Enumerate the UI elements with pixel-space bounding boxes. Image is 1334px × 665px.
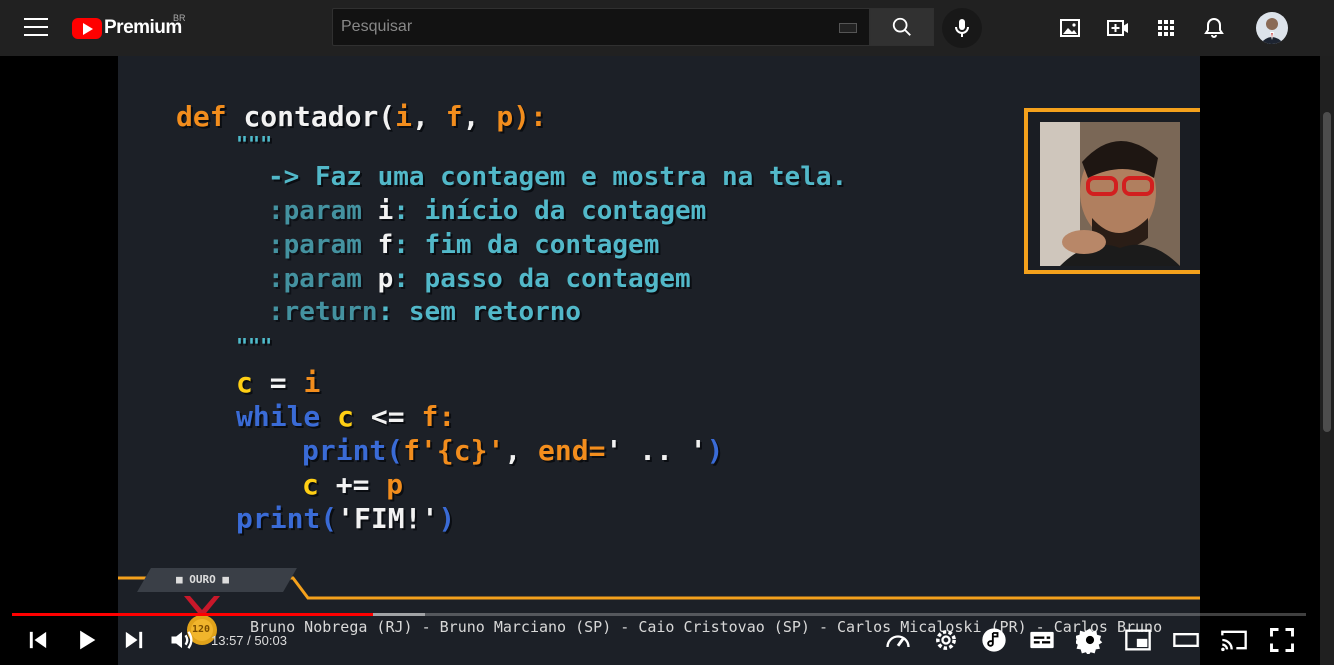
video-player[interactable]: def contador(i, f, p): """ -> Faz uma co…	[118, 56, 1200, 665]
docstring-param-i: :param i: início da contagem	[268, 196, 707, 226]
notifications-bell-icon[interactable]	[1202, 16, 1226, 40]
next-icon[interactable]	[120, 626, 148, 654]
theater-mode-icon[interactable]	[1172, 626, 1200, 654]
time-display: 13:57 / 50:03	[211, 633, 287, 648]
page-scrollbar[interactable]	[1320, 56, 1334, 665]
docstring-open: """	[236, 132, 273, 156]
menu-icon[interactable]	[24, 18, 48, 38]
cast-icon[interactable]	[1220, 626, 1248, 654]
presenter-video	[1040, 122, 1180, 266]
docstring-summary: -> Faz uma contagem e mostra na tela.	[268, 162, 848, 192]
logo-text: Premium	[104, 17, 182, 38]
country-code: BR	[173, 13, 186, 23]
search-icon	[892, 17, 911, 36]
youtube-play-icon	[72, 18, 102, 39]
play-icon[interactable]	[72, 626, 100, 654]
docstring-return: :return: sem retorno	[268, 297, 582, 327]
previous-icon[interactable]	[24, 626, 52, 654]
subtitles-icon[interactable]	[1028, 626, 1056, 654]
image-icon[interactable]	[1058, 16, 1082, 40]
search-input[interactable]	[333, 9, 813, 45]
masthead: Premium BR	[0, 0, 1334, 56]
music-icon[interactable]	[980, 626, 1008, 654]
search-box	[332, 8, 870, 46]
supporters-ticker: Bruno Nobrega (RJ) - Bruno Marciano (SP)…	[250, 618, 1163, 636]
fullscreen-icon[interactable]	[1268, 626, 1296, 654]
code-def-line: def contador(i, f, p):	[176, 100, 547, 133]
docstring-param-f: :param f: fim da contagem	[268, 230, 660, 260]
code-print-line: print(f'{c}', end=' .. ')	[302, 434, 724, 467]
settings-icon[interactable]	[1076, 626, 1104, 654]
speed-icon[interactable]	[884, 626, 912, 654]
mic-icon	[955, 19, 969, 37]
apps-grid-icon[interactable]	[1154, 16, 1178, 40]
code-print-fim-line: print('FIM!')	[236, 502, 456, 535]
docstring-close: """	[236, 334, 273, 358]
keyboard-icon[interactable]	[839, 23, 857, 33]
code-while-line: while c <= f:	[236, 400, 456, 433]
docstring-param-p: :param p: passo da contagem	[268, 264, 691, 294]
avatar[interactable]	[1256, 12, 1288, 44]
duration: 50:03	[254, 633, 287, 648]
code-increment-line: c += p	[302, 468, 404, 501]
current-time: 13:57	[211, 633, 244, 648]
medal-label: ■ OURO ■	[176, 573, 229, 586]
settings-gear-icon[interactable]	[932, 626, 960, 654]
played-bar	[12, 613, 374, 616]
progress-bar[interactable]	[12, 613, 1306, 616]
voice-search-button[interactable]	[942, 8, 982, 48]
webcam-overlay	[1024, 108, 1200, 274]
code-assign-line: c = i	[236, 366, 321, 399]
miniplayer-icon[interactable]	[1124, 626, 1152, 654]
create-video-icon[interactable]	[1106, 16, 1130, 40]
volume-icon[interactable]	[168, 626, 196, 654]
search-button[interactable]	[870, 8, 934, 46]
